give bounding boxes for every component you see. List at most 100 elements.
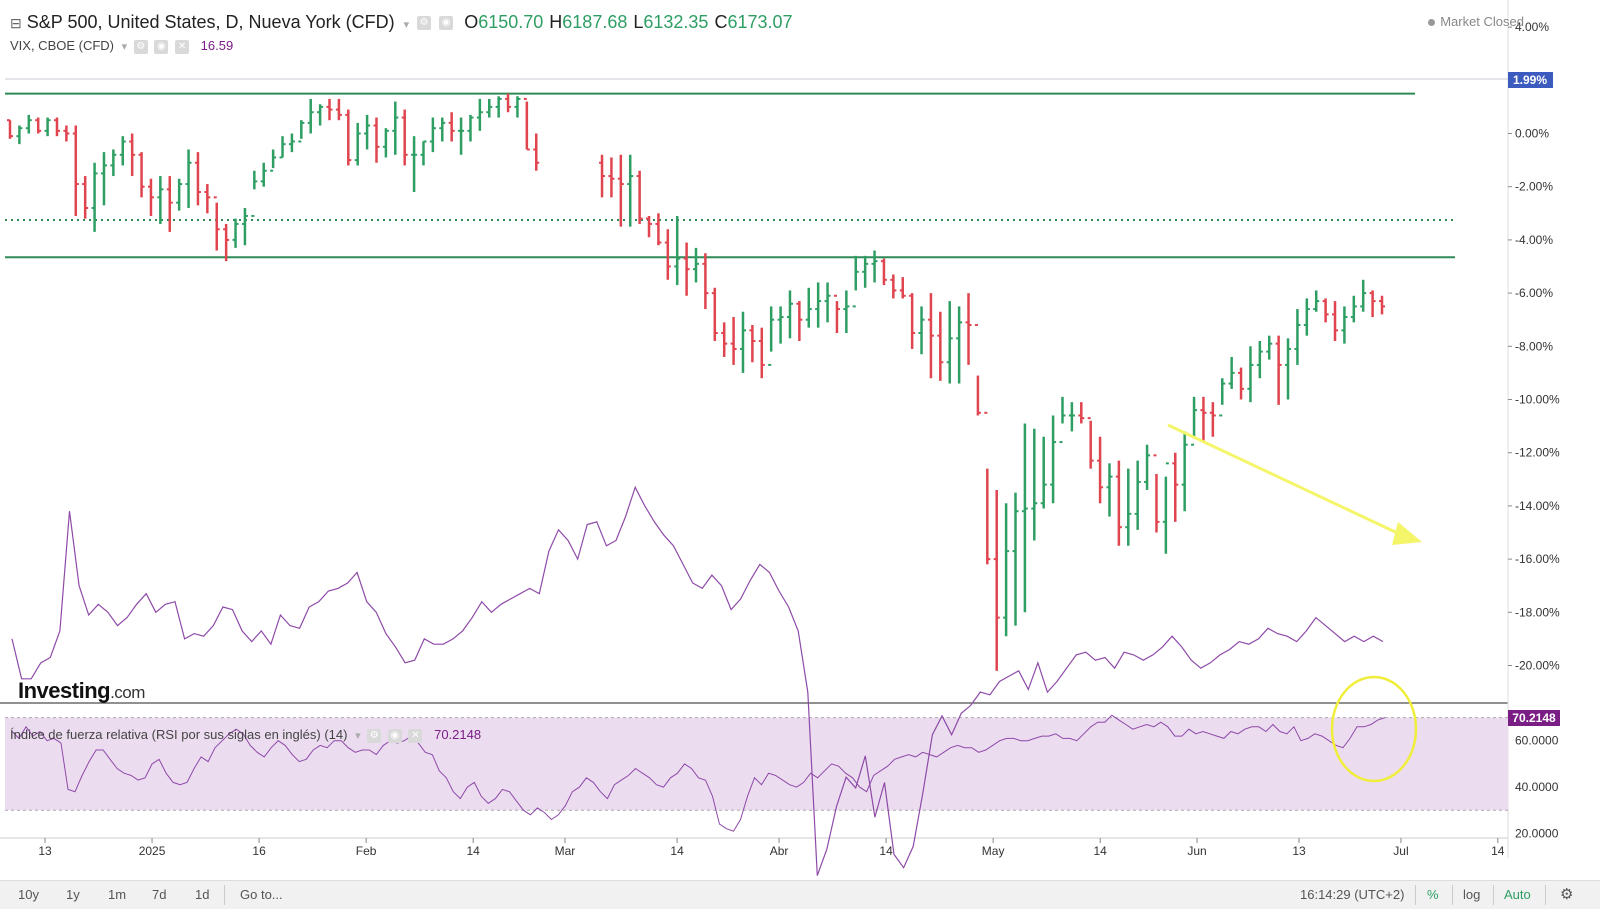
ohlc-bar <box>1097 436 1104 504</box>
ohlc-bar <box>476 98 483 131</box>
ohlc-bar <box>739 311 746 373</box>
ohlc-bar <box>1125 468 1132 546</box>
range-1y[interactable]: 1y <box>66 887 80 902</box>
ohlc-bar <box>176 178 183 211</box>
hide-icon[interactable]: ◉ <box>154 39 169 54</box>
chart-canvas[interactable]: 4.00%2.00%0.00%-2.00%-4.00%-6.00%-8.00%-… <box>0 0 1600 908</box>
ohlc-bar <box>232 218 239 248</box>
ohlc-bar <box>467 114 474 142</box>
y-tick-label: -10.00% <box>1515 393 1560 407</box>
settings-icon[interactable]: ⚙ <box>133 39 148 54</box>
ohlc-bar <box>646 215 653 238</box>
ohlc-bar <box>655 213 662 246</box>
x-tick-label: 14 <box>1094 844 1108 858</box>
rsi-title[interactable]: Índice de fuerza relativa (RSI por sus s… <box>10 727 347 742</box>
settings-icon[interactable]: ⚙ <box>367 728 382 743</box>
y-tick-label: -8.00% <box>1515 339 1553 353</box>
status-dot-icon <box>1428 19 1436 27</box>
ohlc-bar <box>1313 290 1320 312</box>
ohlc-value-c: 6173.07 <box>727 12 793 32</box>
hide-icon[interactable]: ◉ <box>439 16 454 31</box>
ohlc-bar <box>82 176 89 219</box>
ohlc-bar <box>458 117 465 155</box>
ohlc-bar <box>270 149 277 172</box>
rsi-value: 70.2148 <box>434 727 482 742</box>
last-change-label: 1.99% <box>1513 73 1547 87</box>
ohlc-bar <box>1012 492 1019 626</box>
ohlc-bar <box>1303 298 1310 336</box>
vix-line <box>11 485 1384 876</box>
ohlc-bar <box>1360 279 1367 312</box>
ohlc-bar <box>345 109 352 166</box>
logo-suffix: .com <box>110 683 145 702</box>
chevron-down-icon[interactable]: ▾ <box>404 19 410 31</box>
ohlc-bar <box>1144 444 1151 490</box>
ohlc-bar <box>1031 428 1038 541</box>
ohlc-value-h: 6187.68 <box>562 12 628 32</box>
rsi-tick-label: 60.0000 <box>1515 734 1559 748</box>
x-tick-label: Abr <box>770 844 789 858</box>
range-1m[interactable]: 1m <box>108 887 126 902</box>
ohlc-bar <box>401 109 408 166</box>
range-7d[interactable]: 7d <box>152 887 166 902</box>
range-1d[interactable]: 1d <box>195 887 209 902</box>
ohlc-bar <box>805 287 812 328</box>
ohlc-key-l: L <box>633 12 644 32</box>
ohlc-bar <box>1369 290 1376 318</box>
ohlc-bar <box>53 117 60 137</box>
ohlc-bar <box>674 215 681 286</box>
ohlc-bar <box>1341 306 1348 344</box>
ohlc-key-h: H <box>549 12 563 32</box>
ohlc-bar <box>890 274 897 299</box>
compare-symbol[interactable]: VIX, CBOE (CFD) <box>10 38 114 53</box>
ohlc-bar <box>1087 417 1094 469</box>
ohlc-bar <box>129 133 136 177</box>
ohlc-bar <box>495 96 502 118</box>
ohlc-bar <box>411 136 418 193</box>
ohlc-bar <box>72 125 79 216</box>
toolbar-divider <box>1493 885 1494 905</box>
y-tick-label: -4.00% <box>1515 233 1553 247</box>
ohlc-bar <box>937 311 944 381</box>
gear-icon[interactable]: ⚙ <box>1560 885 1573 903</box>
chart-area[interactable]: 4.00%2.00%0.00%-2.00%-4.00%-6.00%-8.00%-… <box>0 0 1600 908</box>
ohlc-bar <box>796 301 803 341</box>
close-icon[interactable]: ✕ <box>175 39 190 54</box>
ohlc-bar <box>523 97 530 151</box>
hide-icon[interactable]: ◉ <box>387 728 402 743</box>
ohlc-bar <box>298 120 305 143</box>
ohlc-bar <box>833 294 840 333</box>
ohlc-bar <box>974 324 981 416</box>
settings-icon[interactable]: ⚙ <box>417 16 432 31</box>
ohlc-bar <box>16 125 23 145</box>
close-icon[interactable]: ✕ <box>408 728 423 743</box>
ohlc-bar <box>599 154 606 198</box>
auto-toggle[interactable]: Auto <box>1504 887 1531 902</box>
ohlc-bar <box>1059 396 1066 444</box>
ohlc-bar <box>1068 402 1075 432</box>
ohlc-bar <box>439 117 446 142</box>
x-tick-label: Feb <box>356 844 377 858</box>
ohlc-bar <box>279 136 286 159</box>
chevron-down-icon[interactable]: ▾ <box>355 730 361 742</box>
ohlc-key-c: C <box>714 12 728 32</box>
market-status: Market Closed <box>1428 14 1524 29</box>
ohlc-bar <box>984 411 991 565</box>
ohlc-value-l: 6132.35 <box>643 12 709 32</box>
symbol-title[interactable]: S&P 500, United States, D, Nueva York (C… <box>27 12 395 32</box>
legend-toggle-icon[interactable]: ⊟ <box>10 15 22 31</box>
ohlc-bar <box>429 117 436 153</box>
ohlc-bar <box>307 98 314 134</box>
goto-button[interactable]: Go to... <box>240 887 283 902</box>
ohlc-bar <box>382 128 389 158</box>
market-status-text: Market Closed <box>1440 14 1524 29</box>
ohlc-bar <box>786 290 793 339</box>
range-10y[interactable]: 10y <box>18 887 39 902</box>
percent-toggle[interactable]: % <box>1427 887 1439 902</box>
log-toggle[interactable]: log <box>1463 887 1480 902</box>
rsi-legend: Índice de fuerza relativa (RSI por sus s… <box>10 727 481 743</box>
chevron-down-icon[interactable]: ▾ <box>122 41 128 53</box>
y-tick-label: -20.00% <box>1515 659 1560 673</box>
ohlc-bar <box>1021 423 1028 613</box>
ohlc-bar <box>335 98 342 121</box>
